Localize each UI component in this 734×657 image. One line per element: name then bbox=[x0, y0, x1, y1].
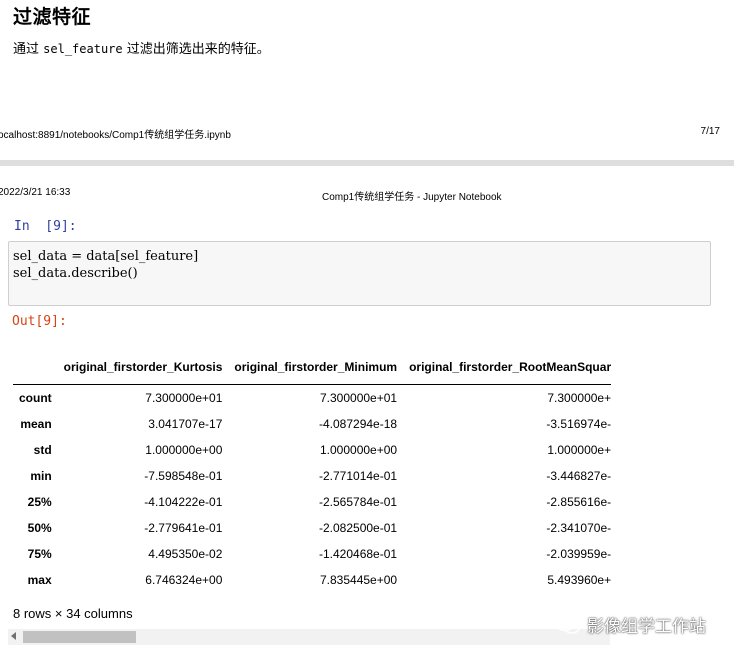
print-footer-url: ocalhost:8891/notebooks/Comp1传统组学任务.ipyn… bbox=[0, 130, 231, 141]
table-cell: -2.779641e-01 bbox=[144, 521, 223, 535]
table-cell: 1.000000e+00 bbox=[145, 443, 223, 457]
column-header: original_firstorder_Minimum bbox=[228, 350, 404, 385]
input-prompt: In [9]: bbox=[14, 219, 77, 234]
output-prompt: Out[9]: bbox=[12, 314, 67, 329]
table-cell: -3.446827e- bbox=[546, 469, 611, 483]
table-cell: -2.341070e- bbox=[546, 521, 611, 535]
table-cell: 4.495350e-02 bbox=[148, 547, 223, 561]
row-label: 25% bbox=[27, 495, 52, 509]
scroll-left-arrow-icon[interactable] bbox=[11, 632, 16, 640]
table-cell: -2.855616e- bbox=[546, 495, 611, 509]
scrollbar-thumb[interactable] bbox=[23, 631, 136, 643]
column-header: original_firstorder_RootMeanSquar bbox=[403, 350, 611, 385]
index-header bbox=[13, 350, 58, 385]
table-cell: 7.300000e+ bbox=[547, 391, 611, 405]
table-cell: -2.082500e-01 bbox=[319, 521, 398, 535]
row-label: mean bbox=[20, 417, 52, 431]
row-label: count bbox=[19, 391, 52, 405]
table-cell: -2.039959e- bbox=[546, 547, 611, 561]
row-label: min bbox=[30, 469, 52, 483]
table-cell: 7.835445e+00 bbox=[319, 573, 398, 587]
intro-code: sel_feature bbox=[43, 42, 123, 56]
table-cell: 3.041707e-17 bbox=[148, 417, 223, 431]
table-cell: -1.420468e-01 bbox=[319, 547, 398, 561]
print-header-datetime: 2022/3/21 16:33 bbox=[0, 187, 71, 198]
watermark: 影像组学工作站 bbox=[555, 612, 706, 637]
intro-prefix: 通过 bbox=[13, 42, 44, 57]
intro-suffix: 过滤出筛选出来的特征。 bbox=[122, 42, 270, 57]
table-cell: 7.300000e+01 bbox=[319, 391, 398, 405]
print-footer-page-number: 7/17 bbox=[700, 126, 720, 137]
table-cell: 5.493960e+ bbox=[547, 573, 611, 587]
table-row: 75% 4.495350e-02 -1.420468e-01 -2.039959… bbox=[13, 541, 611, 567]
table-cell: -4.104222e-01 bbox=[144, 495, 223, 509]
table-row: 25% -4.104222e-01 -2.565784e-01 -2.85561… bbox=[13, 489, 611, 515]
table-cell: -4.087294e-18 bbox=[319, 417, 398, 431]
code-cell-editor[interactable]: sel_data = data[sel_feature] sel_data.de… bbox=[8, 241, 711, 306]
table-cell: 7.300000e+01 bbox=[145, 391, 223, 405]
table-cell: -3.516974e- bbox=[546, 417, 611, 431]
table-cell: 1.000000e+ bbox=[547, 443, 611, 457]
table-cell: -2.771014e-01 bbox=[319, 469, 398, 483]
table-row: mean 3.041707e-17 -4.087294e-18 -3.51697… bbox=[13, 411, 611, 437]
row-label: 50% bbox=[27, 521, 52, 535]
print-header-title: Comp1传统组学任务 - Jupyter Notebook bbox=[322, 192, 502, 203]
horizontal-scrollbar[interactable] bbox=[8, 629, 610, 645]
table-row: max 6.746324e+00 7.835445e+00 5.493960e+ bbox=[13, 567, 611, 590]
describe-table: original_firstorder_Kurtosis original_fi… bbox=[13, 350, 611, 590]
row-label: 75% bbox=[27, 547, 52, 561]
watermark-text: 影像组学工作站 bbox=[587, 617, 706, 637]
table-row: 50% -2.779641e-01 -2.082500e-01 -2.34107… bbox=[13, 515, 611, 541]
dataframe-shape-summary: 8 rows × 34 columns bbox=[13, 606, 133, 621]
table-row: std 1.000000e+00 1.000000e+00 1.000000e+ bbox=[13, 437, 611, 463]
table-cell: 1.000000e+00 bbox=[319, 443, 398, 457]
page-break-divider bbox=[0, 160, 734, 166]
table-cell: -7.598548e-01 bbox=[144, 469, 223, 483]
column-header: original_firstorder_Kurtosis bbox=[57, 350, 229, 385]
row-label: max bbox=[27, 573, 52, 587]
dataframe-output: original_firstorder_Kurtosis original_fi… bbox=[13, 350, 611, 590]
table-row: count 7.300000e+01 7.300000e+01 7.300000… bbox=[13, 385, 611, 412]
table-row: min -7.598548e-01 -2.771014e-01 -3.44682… bbox=[13, 463, 611, 489]
code-line: sel_data.describe() bbox=[13, 266, 138, 281]
table-header-row: original_firstorder_Kurtosis original_fi… bbox=[13, 350, 611, 385]
section-intro: 通过 sel_feature 过滤出筛选出来的特征。 bbox=[13, 38, 270, 57]
row-label: std bbox=[33, 443, 52, 457]
section-heading: 过滤特征 bbox=[13, 6, 92, 28]
wechat-icon bbox=[555, 614, 581, 634]
table-cell: 6.746324e+00 bbox=[145, 573, 223, 587]
table-cell: -2.565784e-01 bbox=[319, 495, 398, 509]
code-line: sel_data = data[sel_feature] bbox=[13, 249, 199, 264]
